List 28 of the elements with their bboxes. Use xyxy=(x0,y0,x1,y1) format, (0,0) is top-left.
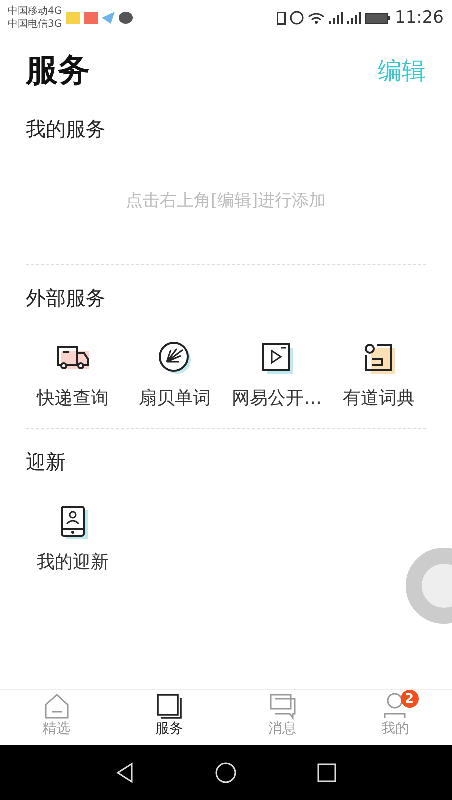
wifi-icon xyxy=(308,12,325,24)
carrier-label: 中国移动4G xyxy=(8,5,62,18)
tab[interactable]: 2 我的 xyxy=(339,690,452,745)
signal-icon xyxy=(329,12,343,24)
service-item[interactable]: 我的迎新 xyxy=(22,504,124,580)
signal-icon xyxy=(347,12,361,24)
section-title: 外部服务 xyxy=(26,285,107,312)
home-icon[interactable] xyxy=(215,762,237,784)
paper-plane-icon xyxy=(102,12,116,24)
service-item[interactable]: 快递查询 xyxy=(22,340,124,416)
notification-badge: 2 xyxy=(400,690,418,708)
section-title: 迎新 xyxy=(26,449,67,476)
service-item[interactable]: 网易公开… xyxy=(226,340,328,416)
service-item[interactable]: 扇贝单词 xyxy=(124,340,226,416)
service-item[interactable]: 有道词典 xyxy=(328,340,430,416)
empty-hint: 点击右上角[编辑]进行添加 xyxy=(124,190,328,212)
clock: 11:26 xyxy=(395,8,444,28)
stacked-squares-icon xyxy=(154,692,184,720)
chat-bubbles-icon xyxy=(268,692,298,720)
carrier-label: 中国电信3G xyxy=(8,18,62,31)
play-icon xyxy=(259,340,295,376)
page-title: 服务 xyxy=(26,50,90,91)
back-icon[interactable] xyxy=(115,762,135,784)
section-title: 我的服务 xyxy=(26,116,107,143)
battery-icon xyxy=(365,12,391,24)
tab[interactable]: 服务 xyxy=(113,690,226,745)
fan-icon xyxy=(157,340,193,376)
recents-icon[interactable] xyxy=(317,762,337,782)
